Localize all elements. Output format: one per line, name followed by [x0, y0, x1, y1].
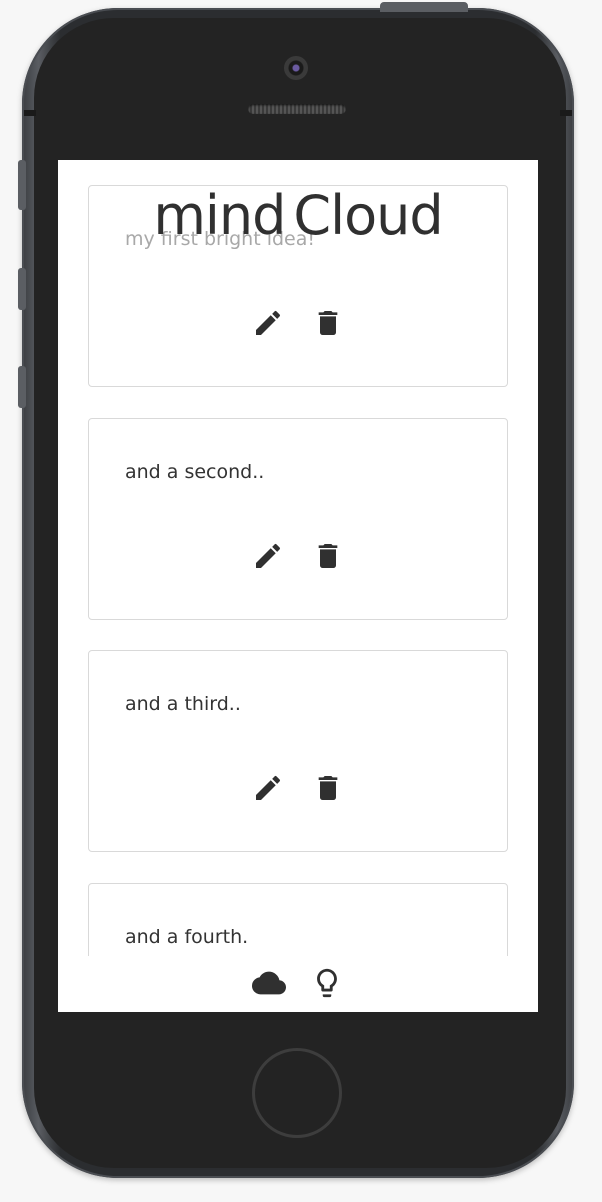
idea-text: and a third..: [125, 693, 241, 715]
antenna-line-left: [24, 110, 36, 116]
cloud-icon[interactable]: [252, 966, 286, 1000]
volume-up-button: [18, 268, 26, 310]
app-title-part-1: mind: [153, 184, 286, 247]
idea-card: and a second..: [88, 418, 508, 620]
idea-text: and a fourth.: [125, 926, 249, 948]
bottom-nav: [58, 956, 538, 1012]
power-button: [380, 2, 468, 12]
pencil-icon[interactable]: [251, 771, 285, 805]
trash-icon[interactable]: [311, 771, 345, 805]
lightbulb-icon[interactable]: [310, 966, 344, 1000]
trash-icon[interactable]: [311, 306, 345, 340]
home-button[interactable]: [252, 1048, 342, 1138]
idea-actions: [89, 771, 507, 811]
pencil-icon[interactable]: [251, 539, 285, 573]
trash-icon[interactable]: [311, 539, 345, 573]
antenna-line-right: [560, 110, 572, 116]
idea-actions: [89, 539, 507, 579]
pencil-icon[interactable]: [251, 306, 285, 340]
idea-card: and a third..: [88, 650, 508, 852]
app-title-part-2: Cloud: [293, 184, 443, 247]
volume-down-button: [18, 366, 26, 408]
earpiece-speaker: [248, 104, 346, 114]
idea-text: and a second..: [125, 461, 265, 483]
app-screen: mind Cloud my first bright idea! and a se…: [58, 160, 538, 1012]
front-camera: [284, 56, 308, 80]
app-title: mind Cloud: [58, 184, 538, 247]
mute-switch: [18, 160, 26, 210]
idea-actions: [89, 306, 507, 346]
